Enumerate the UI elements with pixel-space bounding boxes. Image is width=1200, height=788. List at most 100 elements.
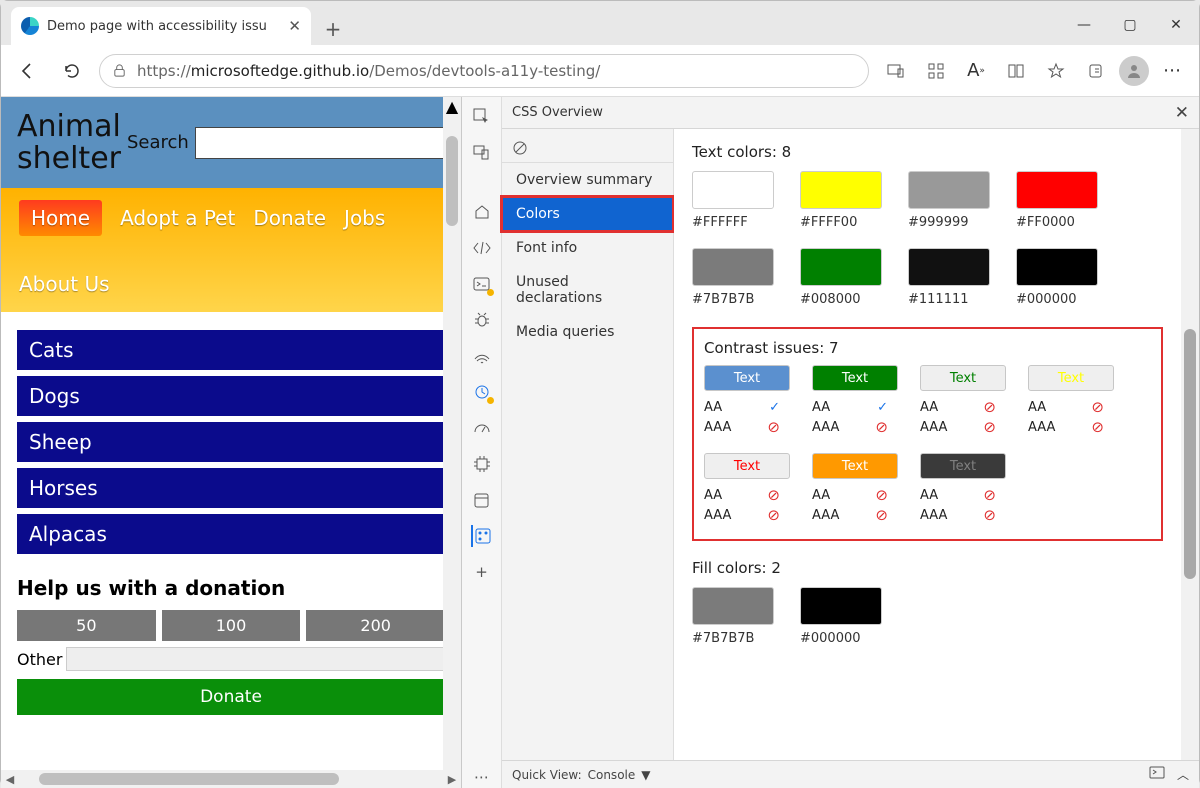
performance-icon[interactable] [471,417,493,439]
sources-bug-icon[interactable] [471,309,493,331]
sidebar-item-overview[interactable]: Overview summary [502,163,673,197]
new-tab-button[interactable]: + [317,13,349,45]
other-amount-input[interactable] [66,647,445,671]
list-item[interactable]: Cats [17,330,445,370]
contrast-sample[interactable]: Text AA✓ AAA⊘ [704,365,796,437]
tab-close-icon[interactable]: ✕ [288,17,301,35]
list-item[interactable]: Dogs [17,376,445,416]
edge-logo-icon [21,17,39,35]
other-label: Other [17,650,62,669]
browser-tab[interactable]: Demo page with accessibility issu ✕ [11,7,311,45]
window-minimize-button[interactable]: — [1061,5,1107,45]
chevron-down-icon[interactable]: ▼ [641,768,650,782]
css-overview-sidebar: Overview summary Colors Font info Unused… [502,129,674,760]
devtools-scrollbar[interactable] [1181,129,1199,760]
quickview-value[interactable]: Console [588,768,636,782]
sidebar-item-media[interactable]: Media queries [502,315,673,349]
color-swatch[interactable]: #000000 [800,587,890,646]
network-icon[interactable] [471,345,493,367]
nav-about[interactable]: About Us [19,272,110,296]
sidebar-item-colors[interactable]: Colors [502,197,673,231]
sidebar-item-unused[interactable]: Unused declarations [502,265,673,315]
application-icon[interactable] [471,489,493,511]
color-swatch[interactable]: #999999 [908,171,998,230]
nav-adopt[interactable]: Adopt a Pet [120,206,235,230]
welcome-icon[interactable] [471,201,493,223]
panel-close-icon[interactable]: ✕ [1175,103,1189,123]
contrast-sample[interactable]: Text AA⊘ AAA⊘ [812,453,904,525]
search-label: Search [127,132,189,153]
devtools-activity-bar: + ⋯ [462,97,502,788]
contrast-label: Contrast issues: 7 [704,339,1151,357]
memory-icon[interactable] [471,453,493,475]
back-button[interactable] [11,54,45,88]
issues-icon[interactable] [1149,766,1165,783]
color-swatch[interactable]: #7B7B7B [692,248,782,307]
amount-button[interactable]: 100 [162,610,301,641]
color-swatch[interactable]: #FFFF00 [800,171,890,230]
list-item[interactable]: Sheep [17,422,445,462]
text-colors-label: Text colors: 8 [692,143,1163,161]
inspect-icon[interactable] [471,105,493,127]
tab-title: Demo page with accessibility issu [47,19,267,34]
color-swatch[interactable]: #FF0000 [1016,171,1106,230]
elements-icon[interactable] [471,237,493,259]
address-bar[interactable]: https://microsoftedge.github.io/Demos/de… [99,54,869,88]
clear-icon[interactable] [512,140,528,156]
collections-icon[interactable] [1079,54,1113,88]
qr-icon[interactable] [919,54,953,88]
profile-avatar[interactable] [1119,56,1149,86]
color-swatch[interactable]: #000000 [1016,248,1106,307]
nav-donate[interactable]: Donate [253,206,326,230]
responsive-icon[interactable] [879,54,913,88]
nav-jobs[interactable]: Jobs [344,206,385,230]
color-swatch[interactable]: #008000 [800,248,890,307]
favorites-icon[interactable] [1039,54,1073,88]
css-overview-icon[interactable] [471,525,493,547]
color-swatch[interactable]: #FFFFFF [692,171,782,230]
page-viewport: Animalshelter Search Home Adopt a Pet Do… [1,97,461,788]
console-icon[interactable] [471,273,493,295]
sidebar-item-font[interactable]: Font info [502,231,673,265]
contrast-sample[interactable]: Text AA⊘ AAA⊘ [1028,365,1120,437]
window-titlebar: Demo page with accessibility issu ✕ + — … [1,1,1199,45]
color-swatch[interactable]: #7B7B7B [692,587,782,646]
refresh-button[interactable] [55,54,89,88]
read-aloud-icon[interactable]: A» [959,54,993,88]
browser-toolbar: https://microsoftedge.github.io/Demos/de… [1,45,1199,97]
contrast-sample[interactable]: Text AA⊘ AAA⊘ [920,365,1012,437]
animal-list: Cats Dogs Sheep Horses Alpacas [1,312,461,558]
more-tools-icon[interactable]: + [471,561,493,583]
donation-section: Help us with a donation 50 100 200 Other… [1,558,461,723]
color-swatch[interactable]: #111111 [908,248,998,307]
contrast-sample[interactable]: Text AA⊘ AAA⊘ [704,453,796,525]
url-text: https://microsoftedge.github.io/Demos/de… [137,62,600,80]
device-toggle-icon[interactable] [471,141,493,163]
page-horizontal-scrollbar[interactable]: ◀▶ [1,770,461,788]
window-maximize-button[interactable]: ▢ [1107,5,1153,45]
donate-button[interactable]: Donate [17,679,445,715]
lighthouse-icon[interactable] [471,381,493,403]
devtools-tabbar: CSS Overview ✕ [502,97,1199,129]
reader-icon[interactable] [999,54,1033,88]
contrast-sample[interactable]: Text AA⊘ AAA⊘ [920,453,1012,525]
amount-button[interactable]: 50 [17,610,156,641]
amount-button[interactable]: 200 [306,610,445,641]
fill-colors-label: Fill colors: 2 [692,559,1163,577]
list-item[interactable]: Horses [17,468,445,508]
quickview-label: Quick View: [512,768,582,782]
panel-title: CSS Overview [512,105,603,120]
page-vertical-scrollbar[interactable]: ▲ [443,97,461,770]
devtools-more-icon[interactable]: ⋯ [471,766,493,788]
lock-icon [112,63,127,78]
nav-home[interactable]: Home [19,200,102,236]
more-menu-icon[interactable]: ⋯ [1155,54,1189,88]
list-item[interactable]: Alpacas [17,514,445,554]
contrast-issues-box: Contrast issues: 7 Text AA✓ AAA⊘ Text AA… [692,327,1163,541]
window-close-button[interactable]: ✕ [1153,5,1199,45]
chevron-up-icon[interactable]: ︿ [1177,766,1189,783]
search-input[interactable] [195,127,445,159]
demo-header: Animalshelter Search [1,97,461,188]
site-title: Animalshelter [17,111,121,174]
contrast-sample[interactable]: Text AA✓ AAA⊘ [812,365,904,437]
